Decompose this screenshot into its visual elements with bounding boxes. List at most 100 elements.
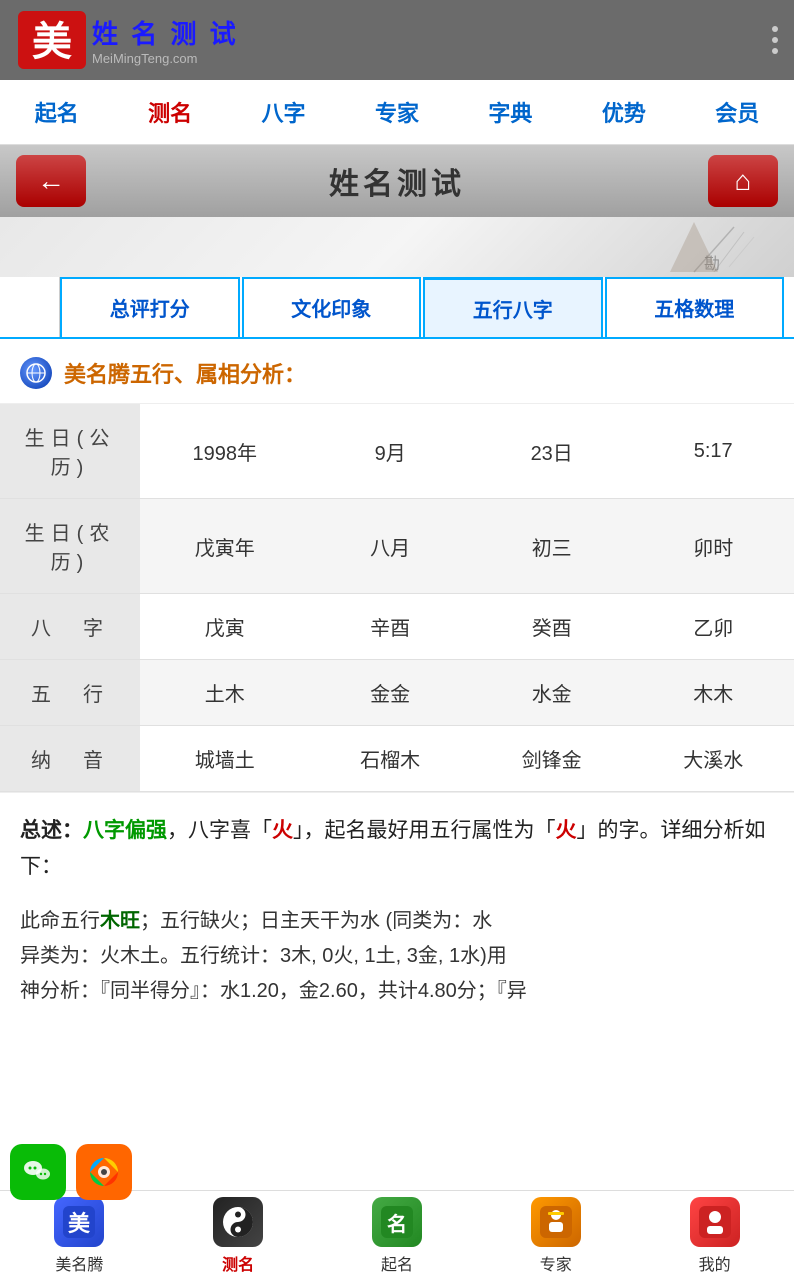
row-cell-lunar-month: 八月 <box>309 499 471 594</box>
row-cell-time: 5:17 <box>632 404 794 499</box>
expert-icon <box>531 1197 581 1247</box>
tab-wuge[interactable]: 五格数理 <box>605 277 785 337</box>
detail-line2: 异类为：火木土。五行统计：3木, 0火, 1土, 3金, 1水)用 <box>20 945 507 967</box>
nav-qiming[interactable]: 起名 <box>27 92 87 132</box>
detail-wood: 木旺 <box>100 910 140 932</box>
row-header-nayin: 纳 音 <box>0 726 140 792</box>
tab-general-score[interactable]: 总评打分 <box>60 277 240 337</box>
tab-wuxing-bazi[interactable]: 五行八字 <box>423 277 603 337</box>
row-cell-bazi-0: 戊寅 <box>140 594 309 660</box>
section-title-text: 美名腾五行、属相分析： <box>64 357 306 389</box>
logo: 美 姓 名 测 试 MeiMingTeng.com <box>16 9 239 71</box>
dot-2 <box>772 37 778 43</box>
nav-cename[interactable]: 测名 <box>140 92 200 132</box>
svg-text:勘: 勘 <box>704 255 720 273</box>
row-cell-ny-3: 大溪水 <box>632 726 794 792</box>
detail-text2: ；五行缺火；日主天干为水 (同类为：水 <box>140 910 492 932</box>
nav-youshi[interactable]: 优势 <box>594 92 654 132</box>
detail-text1: 此命五行 <box>20 910 100 932</box>
row-cell-ny-1: 石榴木 <box>309 726 471 792</box>
logo-text-group: 姓 名 测 试 MeiMingTeng.com <box>92 14 239 66</box>
row-cell-bazi-2: 癸酉 <box>471 594 633 660</box>
bazi-table: 生日(公历) 1998年 9月 23日 5:17 生日(农历) 戊寅年 八月 初… <box>0 404 794 792</box>
section-icon <box>20 357 52 389</box>
naming-svg-icon: 名 <box>379 1204 415 1240</box>
logo-subtitle: MeiMingTeng.com <box>92 51 239 66</box>
more-menu-button[interactable] <box>772 26 778 54</box>
row-cell-lunar-time: 卯时 <box>632 499 794 594</box>
row-cell-bazi-3: 乙卯 <box>632 594 794 660</box>
summary-text: 总述：八字偏强，八字喜「火」，起名最好用五行属性为「火」的字。详细分析如下： <box>20 813 774 884</box>
app-header: 美 姓 名 测 试 MeiMingTeng.com <box>0 0 794 80</box>
bnav-label-naming: 起名 <box>381 1251 413 1275</box>
bottom-nav-mine[interactable]: 我的 <box>655 1197 775 1275</box>
summary-element1: 火 <box>272 819 293 842</box>
table-row: 生日(公历) 1998年 9月 23日 5:17 <box>0 404 794 499</box>
floating-icons <box>10 1144 132 1200</box>
top-nav: 起名 测名 八字 专家 字典 优势 会员 <box>0 80 794 145</box>
bottom-navigation: 美 美名腾 测名 名 起名 <box>0 1190 794 1280</box>
mine-svg-icon <box>697 1204 733 1240</box>
svg-text:名: 名 <box>387 1212 407 1236</box>
bottom-nav-expert[interactable]: 专家 <box>496 1197 616 1275</box>
mine-icon <box>690 1197 740 1247</box>
summary-mid2: 」，起名最好用五行属性为「 <box>293 819 556 842</box>
bottom-nav-meimingteng[interactable]: 美 美名腾 <box>19 1197 139 1275</box>
row-cell-ny-2: 剑锋金 <box>471 726 633 792</box>
bnav-label-mmt: 美名腾 <box>55 1251 103 1275</box>
bnav-label-expert: 专家 <box>540 1251 572 1275</box>
nav-zhuanjia[interactable]: 专家 <box>367 92 427 132</box>
row-cell-year: 1998年 <box>140 404 309 499</box>
cename-icon <box>213 1197 263 1247</box>
nav-zidian[interactable]: 字典 <box>480 92 540 132</box>
wechat-icon <box>21 1155 55 1189</box>
naming-icon: 名 <box>372 1197 422 1247</box>
table-row: 生日(农历) 戊寅年 八月 初三 卯时 <box>0 499 794 594</box>
main-content: 美名腾五行、属相分析： 生日(公历) 1998年 9月 23日 5:17 生日(… <box>0 339 794 1190</box>
globe-icon <box>25 362 47 384</box>
section-header: 美名腾五行、属相分析： <box>0 339 794 404</box>
tab-spacer <box>10 277 60 337</box>
row-header-bazi: 八 字 <box>0 594 140 660</box>
yin-yang-icon <box>220 1204 256 1240</box>
home-button[interactable]: ⌂ <box>708 155 778 207</box>
row-header-lunar: 生日(农历) <box>0 499 140 594</box>
nav-bazi[interactable]: 八字 <box>254 92 314 132</box>
nav-huiyuan[interactable]: 会员 <box>707 92 767 132</box>
dot-1 <box>772 26 778 32</box>
page-title: 姓名测试 <box>329 159 465 203</box>
decoration-area: 勘 <box>0 217 794 277</box>
deco-svg: 勘 <box>574 217 774 277</box>
detail-section: 此命五行木旺；五行缺火；日主天干为水 (同类为：水 异类为：火木土。五行统计：3… <box>0 894 794 1029</box>
row-cell-wx-2: 水金 <box>471 660 633 726</box>
row-cell-wx-1: 金金 <box>309 660 471 726</box>
wechat-button[interactable] <box>10 1144 66 1200</box>
title-bar: ← 姓名测试 ⌂ <box>0 145 794 217</box>
row-cell-day: 23日 <box>471 404 633 499</box>
camera-button[interactable] <box>76 1144 132 1200</box>
detail-line3: 神分析：『同半得分』：水1.20，金2.60，共计4.80分；『异 <box>20 980 527 1002</box>
dot-3 <box>772 48 778 54</box>
camera-icon <box>87 1155 121 1189</box>
summary-label: 总述： <box>20 819 83 842</box>
back-button[interactable]: ← <box>16 155 86 207</box>
bnav-label-cename: 测名 <box>222 1251 254 1275</box>
meimingteng-icon: 美 <box>54 1197 104 1247</box>
bottom-nav-naming[interactable]: 名 起名 <box>337 1197 457 1275</box>
svg-text:美: 美 <box>68 1211 91 1236</box>
row-cell-bazi-1: 辛酉 <box>309 594 471 660</box>
row-cell-lunar-year: 戊寅年 <box>140 499 309 594</box>
row-cell-ny-0: 城墙土 <box>140 726 309 792</box>
expert-svg-icon <box>538 1204 574 1240</box>
detail-text: 此命五行木旺；五行缺火；日主天干为水 (同类为：水 异类为：火木土。五行统计：3… <box>20 904 774 1009</box>
back-arrow-icon: ← <box>37 165 65 197</box>
mmt-logo-icon: 美 <box>61 1204 97 1240</box>
table-row: 八 字 戊寅 辛酉 癸酉 乙卯 <box>0 594 794 660</box>
row-cell-wx-0: 土木 <box>140 660 309 726</box>
summary-strength: 八字偏强 <box>83 819 167 842</box>
bnav-label-mine: 我的 <box>699 1251 731 1275</box>
tab-culture[interactable]: 文化印象 <box>242 277 422 337</box>
row-cell-wx-3: 木木 <box>632 660 794 726</box>
bottom-nav-cename[interactable]: 测名 <box>178 1197 298 1275</box>
summary-mid1: ，八字喜「 <box>167 819 272 842</box>
